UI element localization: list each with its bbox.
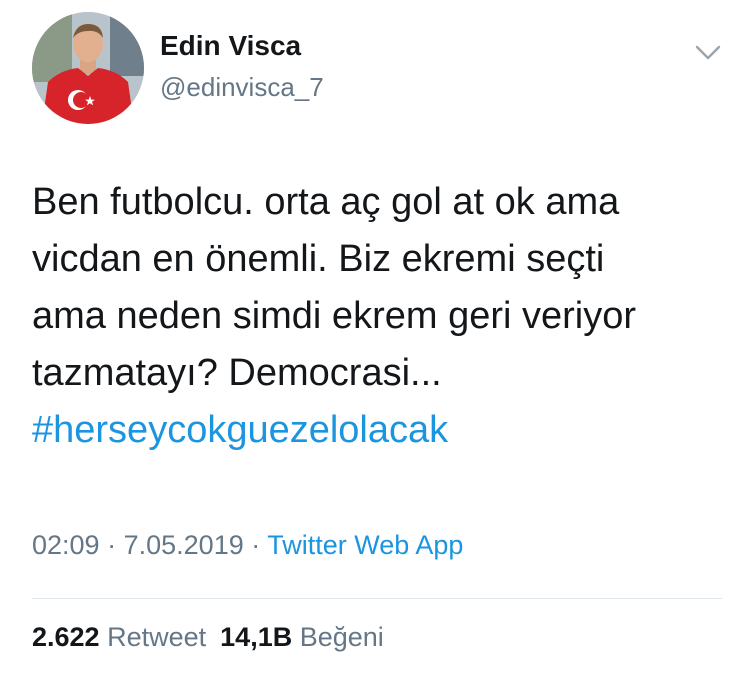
- likes-count: 14,1B: [220, 622, 293, 652]
- hashtag-link[interactable]: #herseycokguezelolacak: [32, 402, 732, 459]
- likes-stat[interactable]: 14,1B Beğeni: [220, 622, 384, 652]
- tweet-text-line: ama neden simdi ekrem geri veriyor: [32, 295, 637, 337]
- divider: [32, 598, 722, 599]
- tweet-text-line: tazmatayı? Democrasi...: [32, 352, 442, 394]
- retweets-count: 2.622: [32, 622, 100, 652]
- tweet-text: Ben futbolcu. orta aç gol at ok ama vicd…: [32, 174, 732, 459]
- chevron-down-icon[interactable]: [692, 38, 724, 66]
- avatar-image: [32, 12, 144, 124]
- tweet-date[interactable]: 7.05.2019: [124, 530, 244, 560]
- tweet-meta: 02:09 · 7.05.2019 · Twitter Web App: [32, 530, 463, 561]
- author-display-name[interactable]: Edin Visca: [160, 30, 301, 62]
- retweets-label: Retweet: [107, 622, 207, 652]
- tweet-card: Edin Visca @edinvisca_7 Ben futbolcu. or…: [0, 0, 750, 677]
- likes-label: Beğeni: [299, 622, 384, 652]
- meta-separator: ·: [251, 530, 261, 560]
- author-handle[interactable]: @edinvisca_7: [160, 72, 324, 103]
- meta-separator: ·: [107, 530, 117, 560]
- tweet-source-link[interactable]: Twitter Web App: [267, 530, 463, 560]
- tweet-text-line: vicdan en önemli. Biz ekremi seçti: [32, 238, 605, 280]
- tweet-text-line: Ben futbolcu. orta aç gol at ok ama: [32, 181, 620, 223]
- tweet-stats: 2.622 Retweet 14,1B Beğeni: [32, 622, 384, 653]
- avatar[interactable]: [32, 12, 144, 124]
- tweet-time[interactable]: 02:09: [32, 530, 100, 560]
- retweets-stat[interactable]: 2.622 Retweet: [32, 622, 206, 652]
